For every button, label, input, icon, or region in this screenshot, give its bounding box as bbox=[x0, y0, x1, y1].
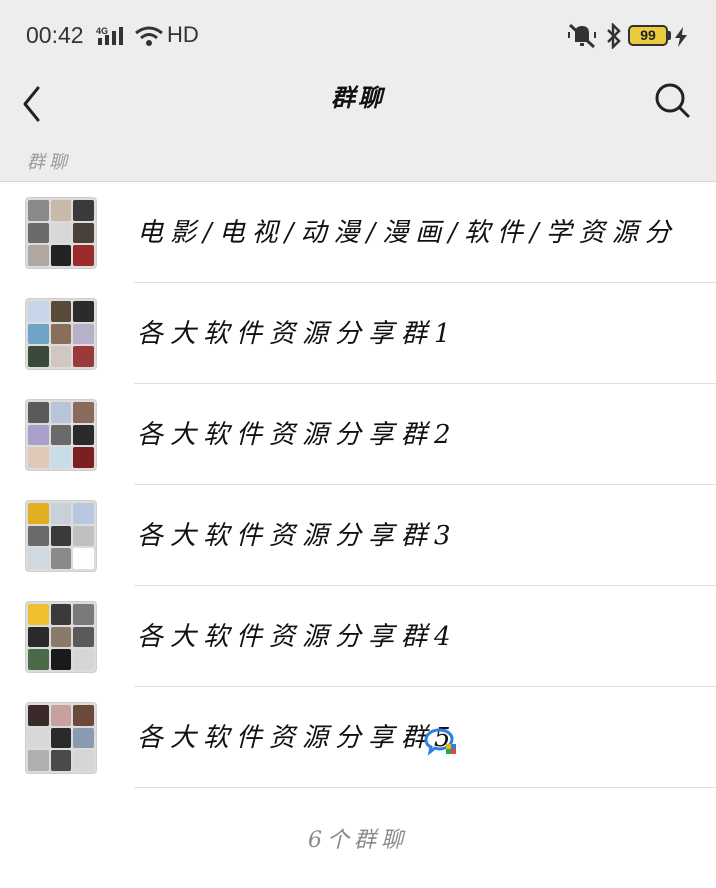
charging-icon bbox=[675, 27, 687, 47]
member-avatar-thumb bbox=[73, 548, 94, 569]
mute-vibrate-icon bbox=[568, 23, 596, 49]
member-avatar-thumb bbox=[28, 649, 49, 670]
group-list-item[interactable]: 各大软件资源分享群4 bbox=[0, 586, 716, 687]
member-avatar-thumb bbox=[73, 402, 94, 423]
member-avatar-thumb bbox=[50, 503, 72, 524]
nav-bar: 群聊 bbox=[0, 72, 716, 138]
member-avatar-thumb bbox=[28, 323, 49, 345]
member-avatar-thumb bbox=[28, 727, 49, 749]
member-avatar-thumb bbox=[28, 301, 49, 322]
group-name: 各大软件资源分享群4 bbox=[137, 622, 458, 652]
member-avatar-thumb bbox=[50, 301, 72, 322]
member-avatar-thumb bbox=[73, 346, 94, 367]
cellular-signal-icon: 4G bbox=[96, 26, 123, 45]
member-avatar-thumb bbox=[28, 245, 49, 266]
member-avatar-thumb bbox=[28, 200, 49, 221]
member-avatar-thumb bbox=[73, 649, 94, 670]
group-list-item[interactable]: 各大软件资源分享群5 bbox=[0, 687, 716, 788]
group-name: 各大软件资源分享群5 bbox=[137, 723, 458, 753]
group-name: 各大软件资源分享群1 bbox=[137, 319, 458, 349]
group-list-item[interactable]: 各大软件资源分享群3 bbox=[0, 485, 716, 586]
page-title: 群聊 bbox=[331, 83, 385, 112]
member-avatar-thumb bbox=[73, 626, 94, 648]
group-name: 电影/电视/动漫/漫画/软件/学资源分 bbox=[137, 218, 678, 248]
member-avatar-thumb bbox=[28, 402, 49, 423]
group-list-item[interactable]: 电影/电视/动漫/漫画/软件/学资源分 bbox=[0, 182, 716, 283]
member-avatar-thumb bbox=[50, 649, 72, 670]
member-avatar-thumb bbox=[73, 447, 94, 468]
member-avatar-thumb bbox=[73, 245, 94, 266]
member-avatar-thumb bbox=[50, 548, 72, 569]
group-avatar bbox=[25, 399, 97, 471]
member-avatar-thumb bbox=[28, 750, 49, 771]
group-avatar bbox=[25, 702, 97, 774]
member-avatar-thumb bbox=[28, 705, 49, 726]
group-list-item[interactable]: 各大软件资源分享群1 bbox=[0, 283, 716, 384]
member-avatar-thumb bbox=[28, 222, 49, 244]
section-header: 群聊 bbox=[0, 138, 716, 182]
member-avatar-thumb bbox=[50, 323, 72, 345]
member-avatar-thumb bbox=[50, 424, 72, 446]
member-avatar-thumb bbox=[50, 402, 72, 423]
member-avatar-thumb bbox=[50, 727, 72, 749]
bluetooth-icon bbox=[607, 23, 621, 49]
member-avatar-thumb bbox=[73, 604, 94, 625]
wifi-icon bbox=[135, 26, 163, 46]
svg-text:4G: 4G bbox=[96, 26, 108, 36]
battery-level: 99 bbox=[640, 27, 656, 43]
status-hd: HD bbox=[167, 22, 199, 47]
search-icon[interactable] bbox=[652, 80, 692, 120]
member-avatar-thumb bbox=[28, 447, 49, 468]
member-avatar-thumb bbox=[50, 200, 72, 221]
battery-icon: 99 bbox=[628, 25, 668, 46]
group-avatar bbox=[25, 197, 97, 269]
group-name: 各大软件资源分享群3 bbox=[137, 521, 458, 551]
member-avatar-thumb bbox=[73, 424, 94, 446]
member-avatar-thumb bbox=[73, 727, 94, 749]
member-avatar-thumb bbox=[28, 626, 49, 648]
member-avatar-thumb bbox=[50, 346, 72, 367]
member-avatar-thumb bbox=[28, 548, 49, 569]
member-avatar-thumb bbox=[28, 525, 49, 547]
member-avatar-thumb bbox=[28, 346, 49, 367]
member-avatar-thumb bbox=[28, 503, 49, 524]
section-label: 群聊 bbox=[27, 152, 71, 173]
group-list: 电影/电视/动漫/漫画/软件/学资源分 各大软件资源分享群1 各大软件资源分享群2 各… bbox=[0, 182, 716, 788]
member-avatar-thumb bbox=[73, 750, 94, 771]
group-avatar bbox=[25, 500, 97, 572]
status-bar: 00:42 4G HD 99 bbox=[0, 0, 716, 72]
enterprise-chat-icon bbox=[424, 728, 456, 756]
member-avatar-thumb bbox=[50, 750, 72, 771]
chevron-left-icon[interactable] bbox=[16, 80, 50, 128]
member-avatar-thumb bbox=[50, 705, 72, 726]
group-name: 各大软件资源分享群2 bbox=[137, 420, 458, 450]
member-avatar-thumb bbox=[73, 222, 94, 244]
member-avatar-thumb bbox=[73, 200, 94, 221]
member-avatar-thumb bbox=[50, 222, 72, 244]
member-avatar-thumb bbox=[50, 626, 72, 648]
member-avatar-thumb bbox=[73, 503, 94, 524]
status-time: 00:42 bbox=[26, 22, 84, 48]
group-list-item[interactable]: 各大软件资源分享群2 bbox=[0, 384, 716, 485]
list-footer: 6个群聊 bbox=[0, 788, 716, 888]
group-avatar bbox=[25, 298, 97, 370]
member-avatar-thumb bbox=[73, 705, 94, 726]
group-avatar bbox=[25, 601, 97, 673]
group-count: 6个群聊 bbox=[308, 828, 408, 853]
member-avatar-thumb bbox=[50, 245, 72, 266]
member-avatar-thumb bbox=[73, 301, 94, 322]
member-avatar-thumb bbox=[50, 604, 72, 625]
battery-cap bbox=[668, 31, 671, 40]
member-avatar-thumb bbox=[50, 447, 72, 468]
member-avatar-thumb bbox=[73, 323, 94, 345]
member-avatar-thumb bbox=[50, 525, 72, 547]
member-avatar-thumb bbox=[28, 424, 49, 446]
member-avatar-thumb bbox=[73, 525, 94, 547]
member-avatar-thumb bbox=[28, 604, 49, 625]
